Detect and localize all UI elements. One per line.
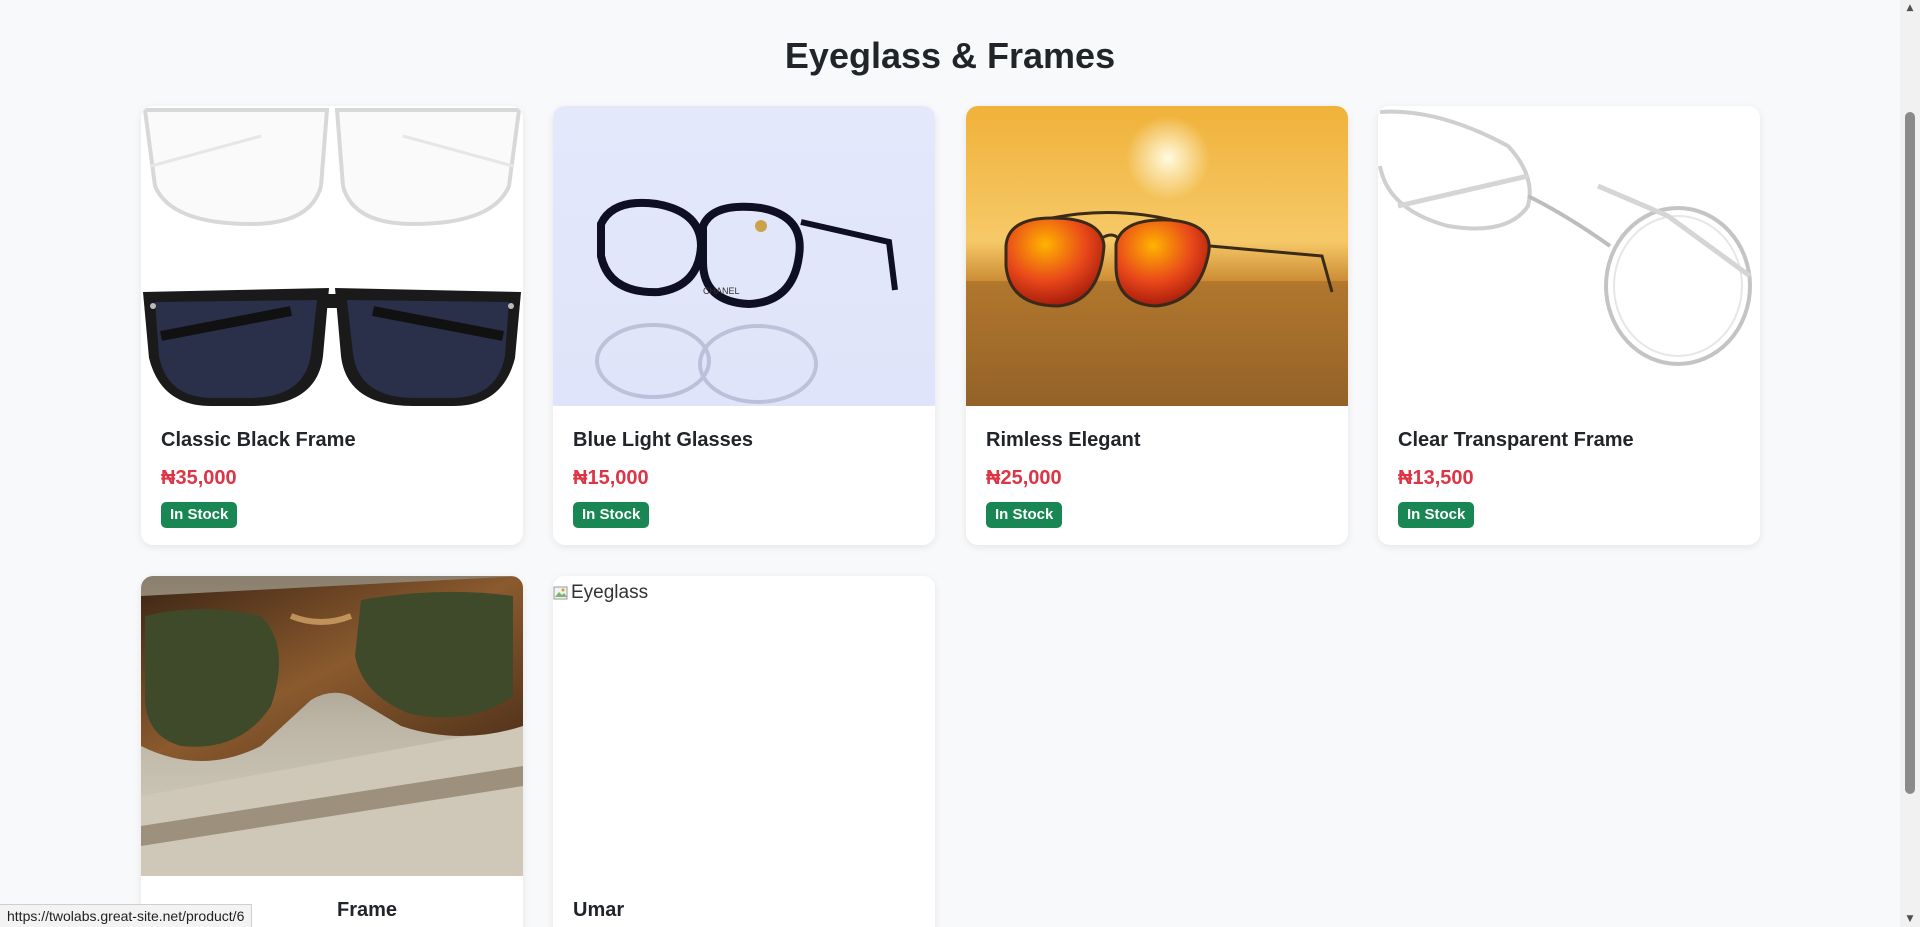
card-body: Clear Transparent Frame ₦13,500 In Stock: [1378, 406, 1760, 528]
image-alt-text: Eyeglass: [571, 582, 649, 603]
product-card[interactable]: Rimless Elegant ₦25,000 In Stock: [966, 106, 1348, 545]
product-image: [966, 106, 1348, 406]
scrollbar-thumb[interactable]: [1905, 112, 1915, 794]
brand-mark: CHANEL: [703, 286, 740, 296]
card-body: Rimless Elegant ₦25,000 In Stock: [966, 406, 1348, 528]
product-price: ₦25,000: [986, 467, 1062, 489]
product-card[interactable]: Classic Black Frame ₦35,000 In Stock: [141, 106, 523, 545]
aviator-sunglasses-on-beach-photo: [966, 106, 1348, 406]
status-bar-url: https://twolabs.great-site.net/product/6: [0, 904, 253, 927]
broken-image-icon: [553, 586, 568, 600]
product-image: Eyeglass: [553, 576, 935, 876]
stock-badge: In Stock: [986, 502, 1063, 528]
page-title: Eyeglass & Frames: [784, 35, 1116, 76]
product-card[interactable]: Frame: [141, 576, 523, 927]
scroll-down-icon[interactable]: ▼: [1900, 911, 1920, 927]
vertical-scrollbar[interactable]: ▲ ▼: [1900, 0, 1920, 927]
product-image: [141, 106, 523, 406]
browser-viewport: Eyeglass & Frames Classic Black Frame ₦3…: [0, 0, 1920, 927]
stock-badge: In Stock: [1398, 502, 1475, 528]
product-name[interactable]: Clear Transparent Frame: [1398, 428, 1740, 452]
product-price: ₦35,000: [161, 467, 237, 489]
product-card[interactable]: CHANEL Blue Light Glasses ₦15,000 In Sto…: [553, 106, 935, 545]
card-body: Classic Black Frame ₦35,000 In Stock: [141, 406, 523, 528]
black-chanel-glasses-photo: CHANEL: [553, 106, 935, 406]
product-price: ₦13,500: [1398, 467, 1474, 489]
product-price: ₦15,000: [573, 467, 649, 489]
page-content: Eyeglass & Frames Classic Black Frame ₦3…: [0, 0, 1900, 927]
clear-round-frames-photo: [1378, 106, 1760, 406]
tortoise-sunglasses-photo: [141, 576, 523, 876]
product-name[interactable]: Umar: [573, 898, 915, 922]
clear-and-black-frames-photo: [141, 106, 523, 406]
product-image: [1378, 106, 1760, 406]
product-name[interactable]: Classic Black Frame: [161, 428, 503, 452]
product-name[interactable]: Rimless Elegant: [986, 428, 1328, 452]
product-card[interactable]: Eyeglass Umar: [553, 576, 935, 927]
product-image: CHANEL: [553, 106, 935, 406]
stock-badge: In Stock: [161, 502, 238, 528]
scroll-up-icon[interactable]: ▲: [1900, 0, 1920, 16]
card-body: Umar: [553, 876, 935, 922]
product-card[interactable]: Clear Transparent Frame ₦13,500 In Stock: [1378, 106, 1760, 545]
stock-badge: In Stock: [573, 502, 650, 528]
product-name[interactable]: Blue Light Glasses: [573, 428, 915, 452]
card-body: Blue Light Glasses ₦15,000 In Stock: [553, 406, 935, 528]
product-image: [141, 576, 523, 876]
broken-image: Eyeglass: [553, 582, 648, 604]
